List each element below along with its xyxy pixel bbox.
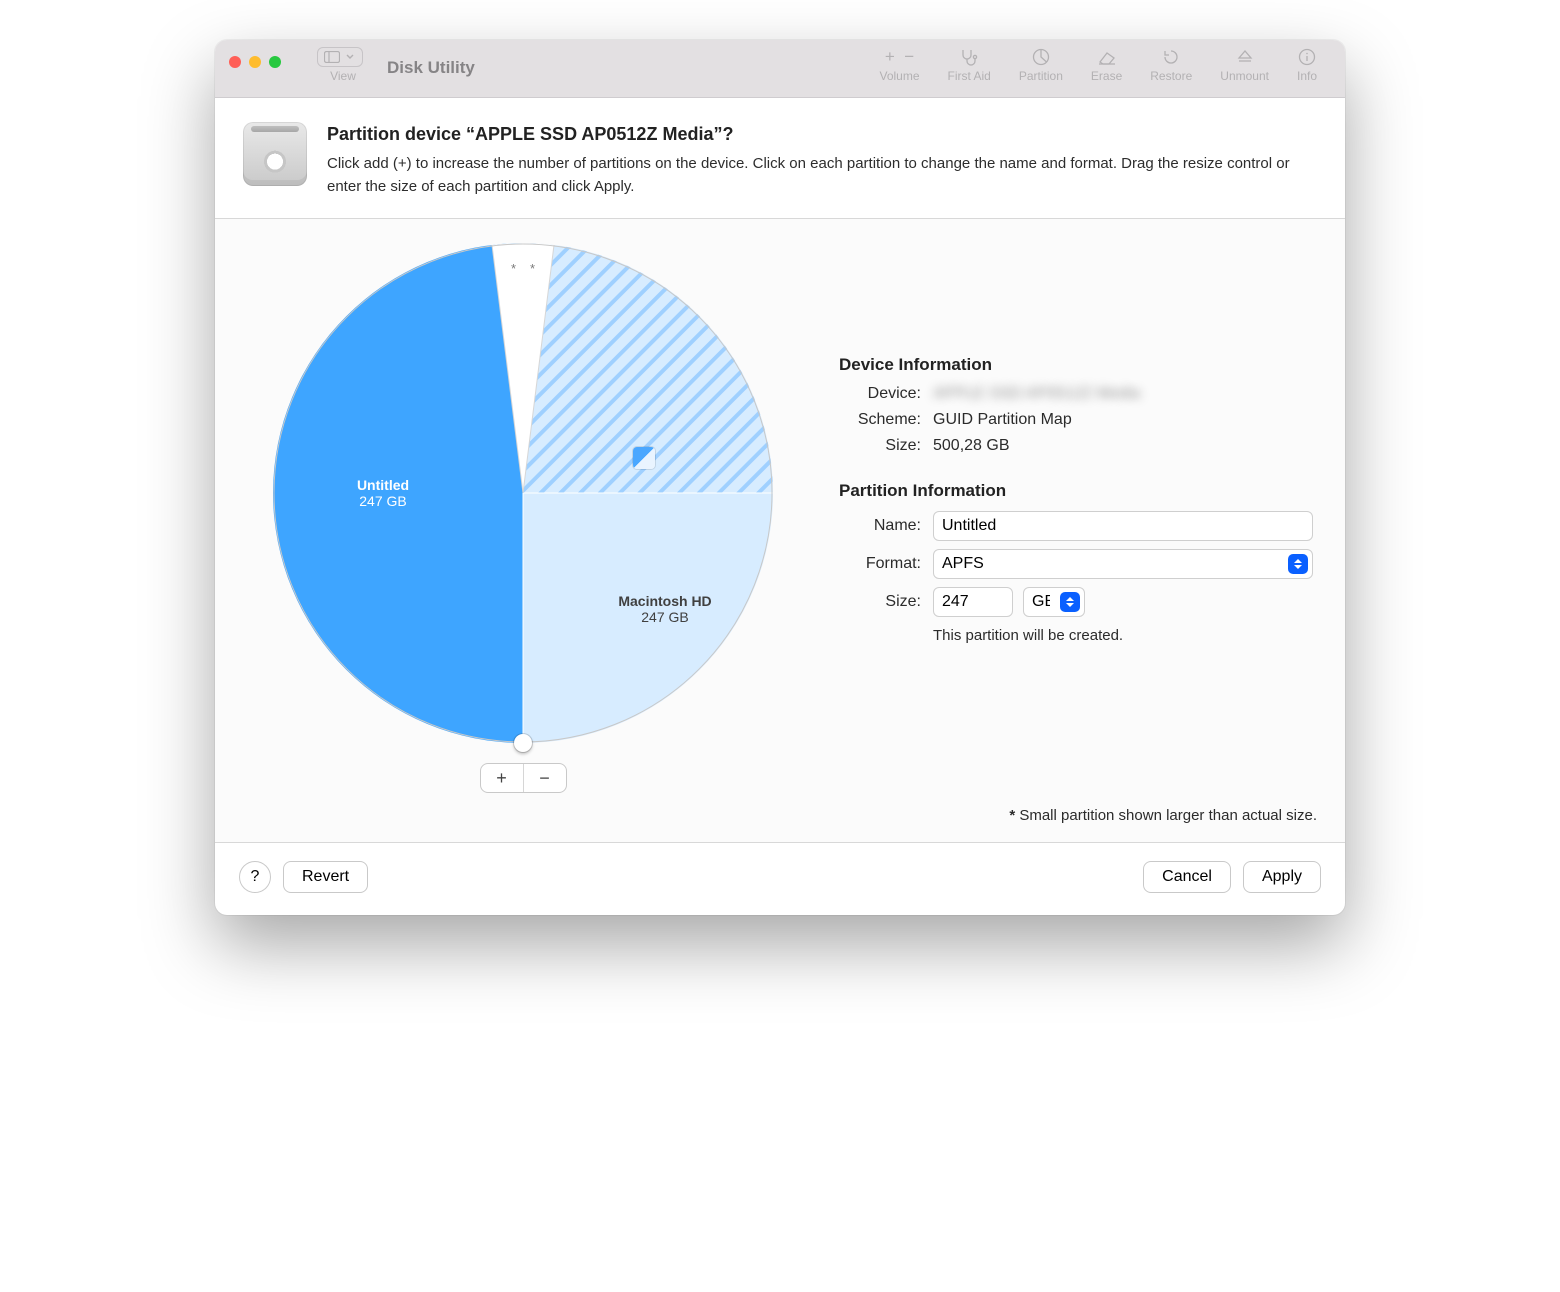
zoom-icon[interactable] (269, 56, 281, 68)
partition-hint: This partition will be created. (933, 627, 1317, 644)
resize-handle[interactable] (514, 734, 532, 752)
add-remove-partition: + − (480, 763, 567, 793)
toolbar-partition[interactable]: Partition (1019, 46, 1063, 83)
view-label: View (330, 69, 356, 83)
partition-dialog-window: View Disk Utility + − Volume First Aid P… (215, 40, 1345, 915)
minimize-icon[interactable] (249, 56, 261, 68)
sheet-subtitle: Click add (+) to increase the number of … (327, 153, 1317, 198)
device-size-value: 500,28 GB (933, 437, 1010, 455)
system-volume-icon (633, 447, 655, 469)
revert-button[interactable]: Revert (283, 861, 368, 893)
scheme-value: GUID Partition Map (933, 411, 1072, 429)
toolbar-first-aid[interactable]: First Aid (948, 46, 991, 83)
chevron-up-down-icon (1288, 554, 1308, 574)
add-partition-button[interactable]: + (481, 764, 523, 792)
pie-label-macintosh-hd[interactable]: Macintosh HD 247 GB (595, 477, 735, 625)
eject-icon (1237, 46, 1253, 68)
toolbar-view[interactable]: View (317, 46, 369, 83)
partition-info-heading: Partition Information (839, 481, 1317, 501)
eraser-icon (1097, 46, 1117, 68)
titlebar: View Disk Utility + − Volume First Aid P… (215, 40, 1345, 98)
plus-minus-icon: + − (885, 46, 914, 68)
partition-name-input[interactable] (933, 511, 1313, 541)
partition-pie[interactable]: ** Untitled 247 GB Macintosh HD 247 GB (273, 243, 773, 743)
toolbar-volume[interactable]: + − Volume (879, 46, 919, 83)
small-slice-markers: ** (511, 261, 535, 276)
help-button[interactable]: ? (239, 861, 271, 893)
toolbar-erase[interactable]: Erase (1091, 46, 1122, 83)
format-label: Format: (839, 555, 921, 573)
size-unit-select[interactable] (1023, 587, 1085, 617)
stethoscope-icon (959, 46, 979, 68)
toolbar-info[interactable]: Info (1297, 46, 1317, 83)
cancel-button[interactable]: Cancel (1143, 861, 1231, 893)
device-size-label: Size: (839, 437, 921, 455)
footnote: * Small partition shown larger than actu… (215, 807, 1345, 842)
close-icon[interactable] (229, 56, 241, 68)
remove-partition-button[interactable]: − (523, 764, 566, 792)
device-info-heading: Device Information (839, 355, 1317, 375)
chevron-down-icon (346, 54, 354, 60)
toolbar-unmount[interactable]: Unmount (1220, 46, 1269, 83)
chevron-up-down-icon (1060, 592, 1080, 612)
device-label: Device: (839, 385, 921, 403)
window-controls (229, 56, 281, 68)
sidebar-icon (317, 47, 363, 67)
pie-label-untitled[interactable]: Untitled 247 GB (313, 477, 453, 509)
device-value: APPLE SSD AP0512Z Media (933, 385, 1140, 403)
restore-icon (1162, 46, 1180, 68)
scheme-label: Scheme: (839, 411, 921, 429)
sheet-header: Partition device “APPLE SSD AP0512Z Medi… (215, 98, 1345, 219)
dialog-footer: ? Revert Cancel Apply (215, 842, 1345, 915)
name-label: Name: (839, 517, 921, 535)
partition-size-input[interactable] (933, 587, 1013, 617)
toolbar-restore[interactable]: Restore (1150, 46, 1192, 83)
partition-size-label: Size: (839, 593, 921, 611)
sheet-title: Partition device “APPLE SSD AP0512Z Medi… (327, 124, 1317, 145)
app-title: Disk Utility (387, 58, 475, 78)
hard-disk-icon (243, 122, 307, 186)
pie-icon (1032, 46, 1050, 68)
info-icon (1298, 46, 1316, 68)
apply-button[interactable]: Apply (1243, 861, 1321, 893)
format-select[interactable] (933, 549, 1313, 579)
